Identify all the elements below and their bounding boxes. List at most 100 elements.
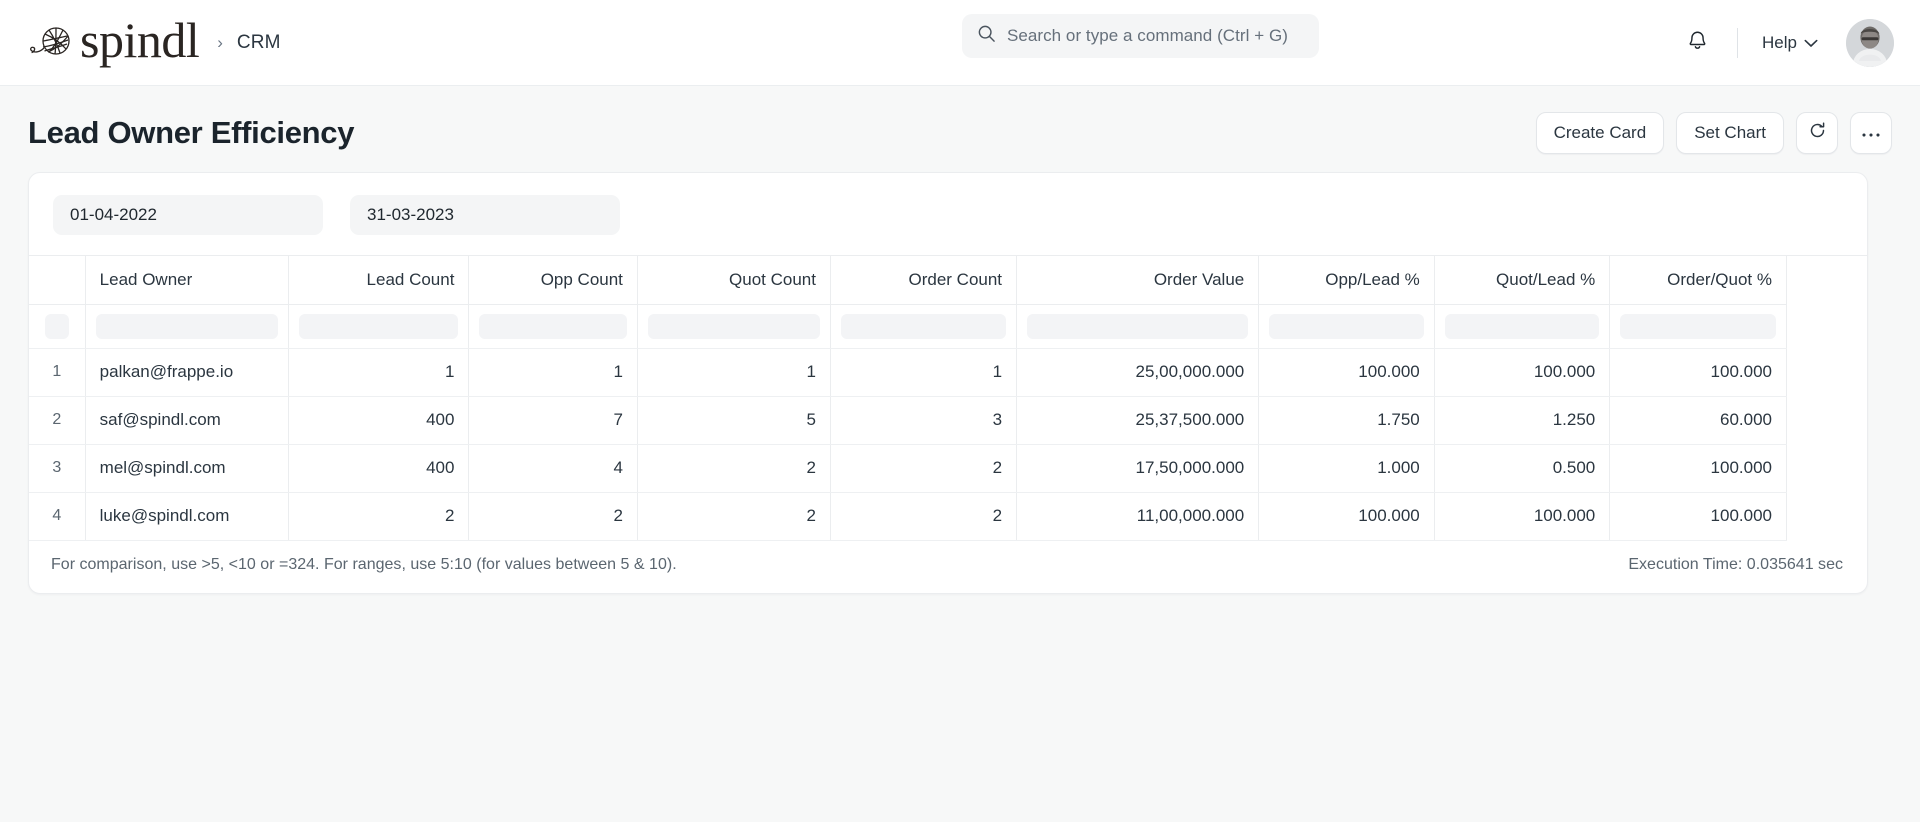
cell-order-quot-pct: 100.000 bbox=[1609, 444, 1787, 493]
cell-quot-count: 2 bbox=[637, 492, 831, 541]
cell-quot-lead-pct: 100.000 bbox=[1434, 492, 1611, 541]
filter-cell-opp-count bbox=[468, 304, 638, 349]
column-header-quot-lead-pct[interactable]: Quot/Lead % bbox=[1434, 256, 1611, 305]
filter-input-lead-owner[interactable] bbox=[95, 313, 279, 339]
column-header-order-value[interactable]: Order Value bbox=[1016, 256, 1260, 305]
cell-quot-count: 1 bbox=[637, 348, 831, 397]
table-row[interactable]: 3 mel@spindl.com 400 4 2 2 17,50,000.000… bbox=[29, 444, 1787, 493]
refresh-icon bbox=[1808, 121, 1827, 145]
cell-quot-lead-pct: 1.250 bbox=[1434, 396, 1611, 445]
cell-order-count: 1 bbox=[830, 348, 1018, 397]
cell-order-quot-pct: 60.000 bbox=[1609, 396, 1787, 445]
execution-time-text: Execution Time: 0.035641 sec bbox=[1628, 555, 1843, 573]
search-icon bbox=[977, 24, 996, 48]
cell-index: 3 bbox=[29, 444, 86, 493]
filter-input-quot-count[interactable] bbox=[647, 313, 820, 339]
cell-order-count: 2 bbox=[830, 492, 1018, 541]
from-date-input[interactable] bbox=[53, 195, 323, 235]
filter-input-quot-lead-pct[interactable] bbox=[1444, 313, 1600, 339]
to-date-input[interactable] bbox=[350, 195, 620, 235]
cell-index: 2 bbox=[29, 396, 86, 445]
table-row[interactable]: 2 saf@spindl.com 400 7 5 3 25,37,500.000… bbox=[29, 396, 1787, 445]
more-options-button[interactable] bbox=[1850, 112, 1892, 154]
filter-input-lead-count[interactable] bbox=[299, 313, 459, 339]
column-header-lead-count[interactable]: Lead Count bbox=[288, 256, 470, 305]
filter-cell-quot-lead-pct bbox=[1434, 304, 1611, 349]
cell-opp-lead-pct: 1.000 bbox=[1258, 444, 1435, 493]
cell-order-count: 3 bbox=[830, 396, 1018, 445]
table-row[interactable]: 4 luke@spindl.com 2 2 2 2 11,00,000.000 … bbox=[29, 492, 1787, 541]
filter-cell-opp-lead-pct bbox=[1258, 304, 1435, 349]
cell-opp-count: 1 bbox=[468, 348, 638, 397]
report-filters bbox=[29, 173, 1867, 255]
cell-opp-lead-pct: 100.000 bbox=[1258, 492, 1435, 541]
filter-cell-quot-count bbox=[637, 304, 831, 349]
cell-opp-lead-pct: 100.000 bbox=[1258, 348, 1435, 397]
column-header-lead-owner[interactable]: Lead Owner bbox=[85, 256, 290, 305]
table-header-row: Lead Owner Lead Count Opp Count Quot Cou… bbox=[29, 256, 1787, 305]
table-row[interactable]: 1 palkan@frappe.io 1 1 1 1 25,00,000.000… bbox=[29, 348, 1787, 397]
filter-input-order-count[interactable] bbox=[840, 313, 1007, 339]
notifications-button[interactable] bbox=[1675, 21, 1719, 65]
cell-lead-owner[interactable]: luke@spindl.com bbox=[85, 492, 290, 541]
cell-opp-lead-pct: 1.750 bbox=[1258, 396, 1435, 445]
filter-input-order-value[interactable] bbox=[1027, 313, 1249, 339]
filter-input-opp-count[interactable] bbox=[479, 313, 627, 339]
navbar-divider bbox=[1737, 27, 1739, 58]
page-action-buttons: Create Card Set Chart bbox=[1535, 112, 1892, 154]
column-header-opp-lead-pct[interactable]: Opp/Lead % bbox=[1258, 256, 1435, 305]
cell-quot-count: 2 bbox=[637, 444, 831, 493]
cell-lead-count: 1 bbox=[288, 348, 470, 397]
search-input[interactable]: Search or type a command (Ctrl + G) bbox=[962, 14, 1319, 58]
filter-input-order-quot-pct[interactable] bbox=[1620, 313, 1776, 339]
column-header-index[interactable] bbox=[29, 256, 86, 305]
cell-lead-owner[interactable]: palkan@frappe.io bbox=[85, 348, 290, 397]
cell-order-value: 25,37,500.000 bbox=[1016, 396, 1260, 445]
filter-cell-order-count bbox=[830, 304, 1018, 349]
column-header-quot-count[interactable]: Quot Count bbox=[637, 256, 831, 305]
cell-order-count: 2 bbox=[830, 444, 1018, 493]
filter-input-opp-lead-pct[interactable] bbox=[1269, 313, 1424, 339]
chevron-down-icon bbox=[1804, 33, 1818, 53]
filter-cell-lead-count bbox=[288, 304, 470, 349]
cell-lead-count: 400 bbox=[288, 444, 470, 493]
breadcrumb-separator: › bbox=[217, 33, 223, 52]
avatar[interactable] bbox=[1846, 18, 1894, 67]
set-chart-button[interactable]: Set Chart bbox=[1676, 112, 1784, 154]
search-placeholder-text: Search or type a command (Ctrl + G) bbox=[1007, 26, 1288, 45]
ellipsis-icon bbox=[1861, 123, 1881, 143]
navbar-right-cluster: Help bbox=[1675, 0, 1894, 85]
bell-icon bbox=[1686, 28, 1709, 57]
help-label: Help bbox=[1762, 32, 1797, 52]
cell-quot-count: 5 bbox=[637, 396, 831, 445]
cell-index: 4 bbox=[29, 492, 86, 541]
report-card: Lead Owner Lead Count Opp Count Quot Cou… bbox=[28, 172, 1868, 594]
global-search[interactable]: Search or type a command (Ctrl + G) bbox=[962, 14, 1319, 58]
cell-order-value: 25,00,000.000 bbox=[1016, 348, 1260, 397]
column-header-order-count[interactable]: Order Count bbox=[830, 256, 1018, 305]
table-body: 1 palkan@frappe.io 1 1 1 1 25,00,000.000… bbox=[29, 348, 1787, 541]
cell-quot-lead-pct: 0.500 bbox=[1434, 444, 1611, 493]
filter-cell-order-quot-pct bbox=[1609, 304, 1787, 349]
refresh-button[interactable] bbox=[1796, 112, 1838, 154]
report-table-wrapper: Lead Owner Lead Count Opp Count Quot Cou… bbox=[29, 255, 1867, 541]
filter-input-index[interactable] bbox=[44, 313, 69, 339]
column-filter-row bbox=[29, 304, 1787, 349]
spindl-yarn-logo-icon bbox=[28, 21, 74, 65]
help-menu-button[interactable]: Help bbox=[1756, 27, 1824, 59]
cell-opp-count: 2 bbox=[468, 492, 638, 541]
breadcrumb-item-crm[interactable]: CRM bbox=[237, 32, 281, 54]
filter-cell-lead-owner bbox=[85, 304, 290, 349]
filter-cell-order-value bbox=[1016, 304, 1260, 349]
cell-lead-owner[interactable]: saf@spindl.com bbox=[85, 396, 290, 445]
table-header: Lead Owner Lead Count Opp Count Quot Cou… bbox=[29, 256, 1787, 349]
cell-lead-count: 400 bbox=[288, 396, 470, 445]
cell-lead-owner[interactable]: mel@spindl.com bbox=[85, 444, 290, 493]
brand-block[interactable]: spindl bbox=[28, 15, 200, 71]
cell-order-value: 17,50,000.000 bbox=[1016, 444, 1260, 493]
cell-quot-lead-pct: 100.000 bbox=[1434, 348, 1611, 397]
column-header-opp-count[interactable]: Opp Count bbox=[468, 256, 638, 305]
column-header-order-quot-pct[interactable]: Order/Quot % bbox=[1609, 256, 1787, 305]
report-footer: For comparison, use >5, <10 or =324. For… bbox=[29, 541, 1867, 593]
create-card-button[interactable]: Create Card bbox=[1535, 112, 1665, 154]
